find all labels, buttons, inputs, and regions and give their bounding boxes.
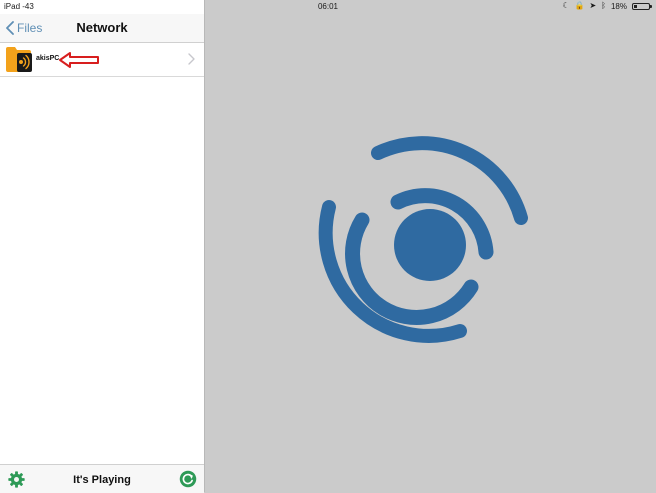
folder-sound-icon — [6, 47, 32, 72]
list-item-label: akisPC — [36, 55, 60, 62]
lock-icon: 🔒 — [574, 1, 585, 10]
moon-icon: ☾ — [562, 1, 570, 10]
navigation-bar: Files Network — [0, 14, 204, 43]
toolbar-title: It's Playing — [73, 474, 131, 486]
detail-panel — [205, 0, 656, 492]
battery-icon — [632, 2, 652, 10]
refresh-icon[interactable] — [179, 470, 197, 488]
master-panel: Files Network akisPC It's Playing — [0, 0, 205, 493]
location-arrow-icon: ➤ — [589, 1, 597, 10]
page-title: Network — [76, 20, 128, 35]
bottom-toolbar: It's Playing — [0, 464, 204, 493]
sound-waves-logo-icon — [318, 136, 528, 343]
status-indicators: ☾ 🔒 ➤ ᛒ 18% — [562, 1, 652, 11]
chevron-right-icon — [188, 53, 195, 65]
red-arrow-annotation-icon — [59, 52, 99, 68]
battery-level — [634, 4, 637, 8]
status-bar: iPad -43 06:01 ☾ 🔒 ➤ ᛒ 18% — [0, 0, 656, 14]
bluetooth-icon: ᛒ — [601, 1, 606, 10]
status-time: 06:01 — [317, 2, 339, 11]
battery-percent: 18% — [610, 1, 627, 11]
list-item-akispc[interactable]: akisPC — [0, 43, 204, 77]
